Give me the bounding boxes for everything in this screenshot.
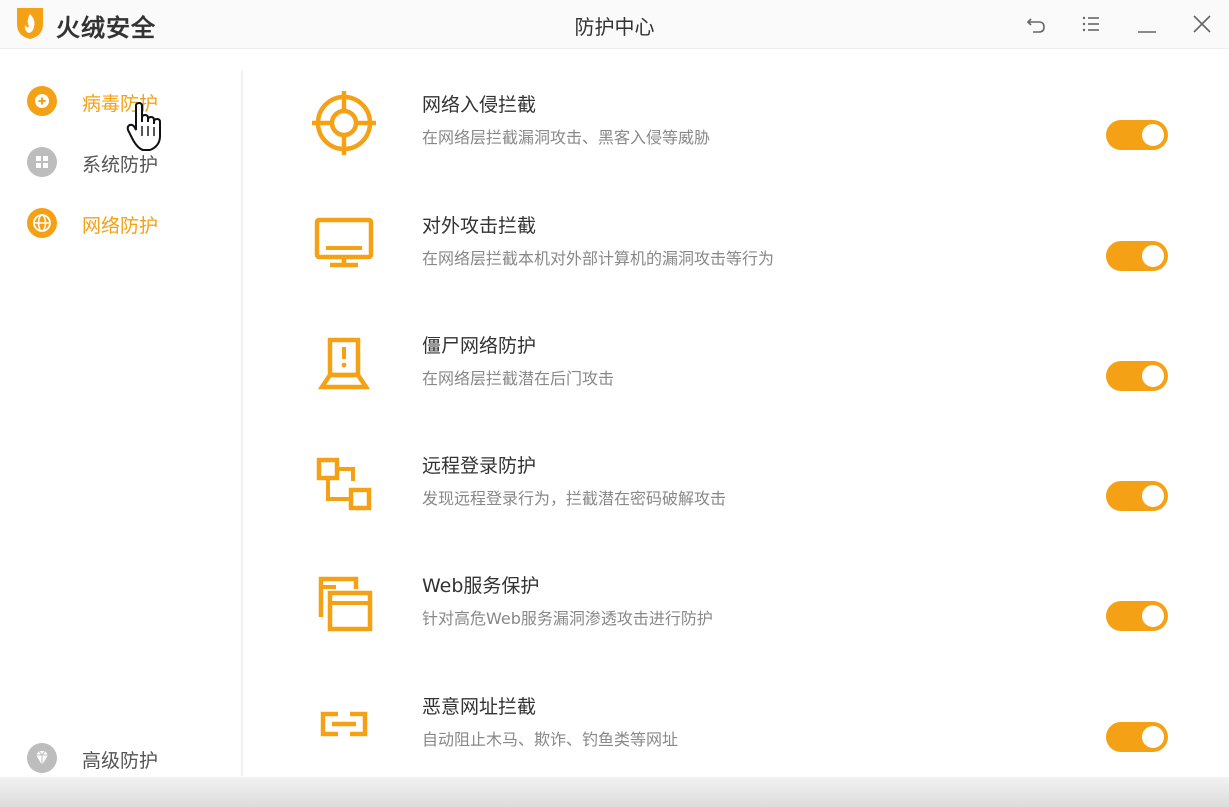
- toggle-switch[interactable]: [1106, 361, 1168, 391]
- laptop-alert-icon: [317, 337, 371, 390]
- toggle-knob: [1142, 365, 1164, 387]
- sidebar: 病毒防护 系统防护 网络防护 高级防护: [0, 49, 241, 777]
- toggle-switch[interactable]: [1106, 481, 1168, 511]
- toggle-knob: [1142, 726, 1164, 748]
- diamond-icon: [27, 743, 57, 773]
- feature-description: 针对高危Web服务漏洞渗透攻击进行防护: [422, 609, 713, 628]
- plus-circle-icon: [27, 86, 57, 116]
- feature-title: Web服务保护: [422, 575, 540, 597]
- toggle-knob: [1142, 485, 1164, 507]
- minimize-icon: [1138, 31, 1156, 33]
- toggle-knob: [1142, 124, 1164, 146]
- minimize-button[interactable]: [1133, 10, 1161, 38]
- feature-row-botnet: 僵尸网络防护 在网络层拦截潜在后门攻击: [300, 331, 1200, 441]
- sidebar-item-advanced-protection[interactable]: 高级防护: [26, 741, 226, 775]
- feature-row-web-service: Web服务保护 针对高危Web服务漏洞渗透攻击进行防护: [300, 571, 1200, 681]
- sidebar-item-network-protection[interactable]: 网络防护: [26, 206, 226, 240]
- toggle-switch[interactable]: [1106, 601, 1168, 631]
- toggle-knob: [1142, 245, 1164, 267]
- feature-description: 在网络层拦截漏洞攻击、黑客入侵等威胁: [422, 128, 711, 147]
- remote-connect-icon: [316, 457, 372, 511]
- feature-title: 对外攻击拦截: [422, 215, 537, 237]
- feature-description: 发现远程登录行为，拦截潜在密码破解攻击: [422, 489, 727, 508]
- feature-row-remote-login: 远程登录防护 发现远程登录行为，拦截潜在密码破解攻击: [300, 451, 1200, 561]
- toggle-switch[interactable]: [1106, 241, 1168, 271]
- link-icon: [320, 711, 368, 737]
- sidebar-item-label: 网络防护: [82, 215, 159, 237]
- close-button[interactable]: [1188, 10, 1216, 38]
- title-bar: 火绒安全 防护中心: [0, 0, 1229, 49]
- toggle-knob: [1142, 605, 1164, 627]
- toggle-switch[interactable]: [1106, 722, 1168, 752]
- close-icon: [1193, 15, 1211, 33]
- crosshair-icon: [312, 91, 376, 155]
- feature-title: 网络入侵拦截: [422, 94, 537, 116]
- menu-icon: [1082, 16, 1099, 32]
- feature-row-network-intrusion: 网络入侵拦截 在网络层拦截漏洞攻击、黑客入侵等威胁: [300, 90, 1200, 200]
- menu-button[interactable]: [1077, 10, 1105, 38]
- windows-icon: [27, 147, 57, 177]
- feature-description: 在网络层拦截潜在后门攻击: [422, 369, 615, 388]
- toggle-switch[interactable]: [1106, 120, 1168, 150]
- windows-stack-icon: [318, 576, 373, 632]
- sidebar-divider: [241, 70, 243, 776]
- bottom-edge: [0, 777, 1229, 807]
- sidebar-item-label: 系统防护: [82, 154, 159, 176]
- feature-title: 僵尸网络防护: [422, 335, 537, 357]
- back-button[interactable]: [1022, 10, 1050, 38]
- globe-icon: [27, 208, 57, 238]
- feature-description: 自动阻止木马、欺诈、钓鱼类等网址: [422, 730, 679, 749]
- feature-title: 远程登录防护: [422, 455, 537, 477]
- feature-description: 在网络层拦截本机对外部计算机的漏洞攻击等行为: [422, 249, 775, 268]
- hand-cursor-icon: [126, 102, 161, 151]
- feature-row-outbound-attack: 对外攻击拦截 在网络层拦截本机对外部计算机的漏洞攻击等行为: [300, 211, 1200, 321]
- back-icon: [1026, 18, 1045, 33]
- feature-title: 恶意网址拦截: [422, 696, 537, 718]
- monitor-icon: [314, 217, 374, 268]
- sidebar-item-label: 高级防护: [82, 750, 159, 772]
